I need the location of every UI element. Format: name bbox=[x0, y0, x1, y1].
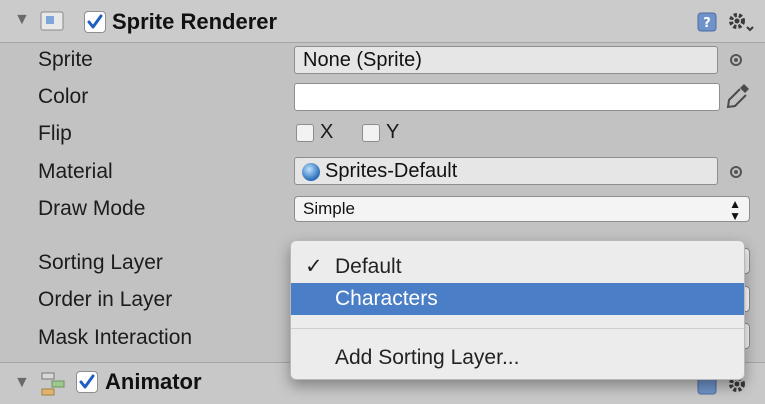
flip-x-label: X bbox=[320, 121, 334, 143]
draw-mode-dropdown[interactable]: Simple ▲ ▼ bbox=[294, 196, 750, 222]
draw-mode-value: Simple bbox=[303, 199, 355, 218]
animator-component-icon bbox=[40, 371, 68, 402]
sprite-target-icon[interactable] bbox=[730, 54, 742, 66]
animator-title: Animator bbox=[105, 369, 202, 394]
sprite-renderer-component-icon bbox=[40, 11, 66, 38]
menu-separator bbox=[291, 328, 744, 329]
flip-x-checkbox[interactable] bbox=[296, 124, 314, 142]
sprite-renderer-enabled-checkbox[interactable] bbox=[84, 11, 106, 33]
checkmark-icon: ✓ bbox=[305, 255, 323, 278]
sprite-label: Sprite bbox=[38, 48, 93, 71]
color-label: Color bbox=[38, 85, 89, 108]
menu-item-label: Default bbox=[335, 255, 402, 278]
checkmark-icon bbox=[87, 14, 103, 29]
flip-y-checkbox[interactable] bbox=[362, 124, 380, 142]
material-target-icon[interactable] bbox=[730, 166, 742, 178]
component-title: Sprite Renderer bbox=[112, 9, 278, 34]
svg-text:?: ? bbox=[703, 16, 711, 31]
menu-item-label: Add Sorting Layer... bbox=[335, 346, 520, 369]
material-sphere-icon bbox=[301, 162, 321, 184]
foldout-arrow-icon[interactable]: ▼ bbox=[14, 11, 30, 29]
animator-enabled-checkbox[interactable] bbox=[76, 371, 98, 393]
menu-item-add-sorting-layer[interactable]: Add Sorting Layer... bbox=[291, 342, 744, 374]
help-icon[interactable]: ? bbox=[697, 12, 717, 37]
draw-mode-label: Draw Mode bbox=[38, 197, 146, 220]
material-label: Material bbox=[38, 160, 113, 183]
menu-item-characters[interactable]: Characters bbox=[291, 283, 744, 315]
gear-icon[interactable] bbox=[726, 10, 754, 39]
material-object-field[interactable]: Sprites-Default bbox=[294, 157, 718, 185]
sprite-object-field[interactable]: None (Sprite) bbox=[294, 46, 718, 74]
sprite-renderer-header: ▼ Sprite Renderer ? bbox=[0, 0, 765, 43]
mask-interaction-label: Mask Interaction bbox=[38, 326, 193, 349]
eyedropper-icon[interactable] bbox=[724, 81, 752, 118]
checkmark-icon bbox=[79, 374, 95, 389]
menu-item-default[interactable]: ✓ Default bbox=[291, 251, 744, 283]
dropdown-arrows-icon: ▲ ▼ bbox=[729, 197, 741, 222]
flip-y-label: Y bbox=[386, 121, 400, 143]
sorting-layer-menu: ✓ Default Characters Add Sorting Layer..… bbox=[290, 240, 745, 380]
order-in-layer-label: Order in Layer bbox=[38, 288, 173, 311]
menu-item-label: Characters bbox=[335, 287, 438, 310]
sorting-layer-label: Sorting Layer bbox=[38, 251, 163, 274]
color-field[interactable] bbox=[294, 83, 720, 111]
foldout-arrow-icon[interactable]: ▼ bbox=[14, 374, 30, 392]
flip-label: Flip bbox=[38, 122, 72, 145]
material-value: Sprites-Default bbox=[325, 160, 458, 182]
